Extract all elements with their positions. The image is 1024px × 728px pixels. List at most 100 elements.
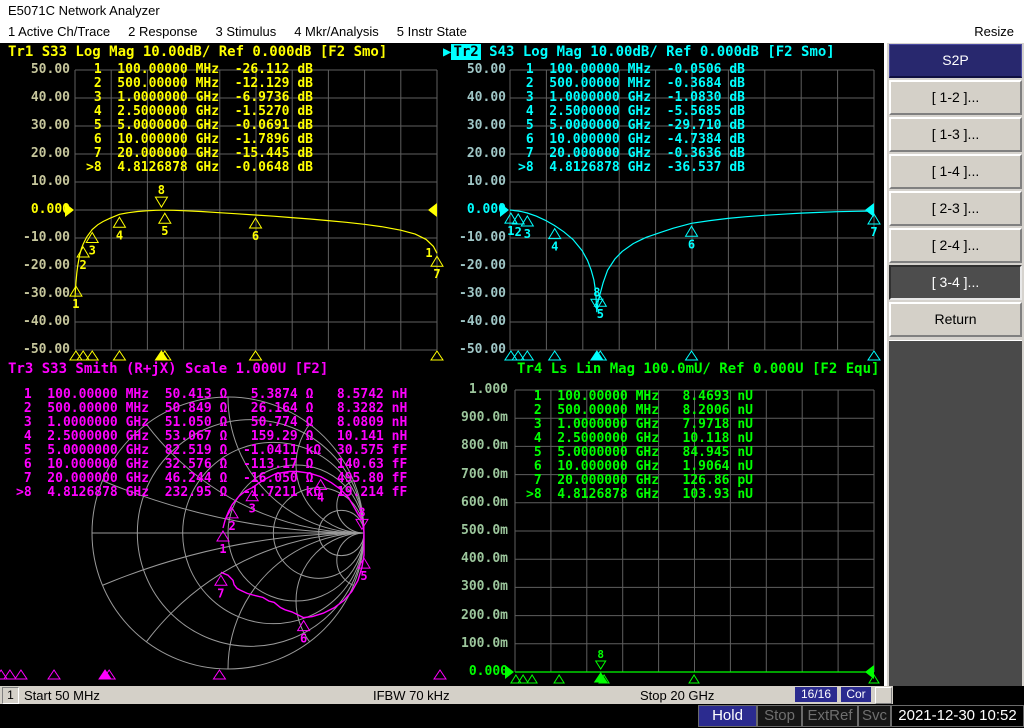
menu-item-4[interactable]: 4 Mkr/Analysis (294, 24, 379, 39)
e5071c-screen: { "window": { "title": "E5071C Network A… (0, 0, 1024, 728)
marker-8-triangle (596, 661, 606, 669)
menu-item-5[interactable]: 5 Instr State (397, 24, 467, 39)
marker-1-triangle (505, 213, 517, 223)
svc-indicator: Svc (858, 705, 891, 727)
marker-stimulus-triangle (868, 351, 880, 360)
system-bar: Hold Stop ExtRef Svc 2021-12-30 10:52 (0, 704, 1024, 728)
tr4-header[interactable]: Tr4 Ls Lin Mag 100.0mU/ Ref 0.000U [F2 E… (517, 361, 879, 377)
trace-header-text: S43 Log Mag 10.00dB/ Ref 0.000dB [F2 Smo… (481, 44, 835, 60)
marker-1-label: 1 (507, 224, 514, 238)
tr4-ytick-900.0m: 900.0m (442, 410, 508, 425)
softkey-sidebar: S2P[ 1-2 ]...[ 1-3 ]...[ 1-4 ]...[ 2-3 ]… (884, 43, 1024, 686)
tr4-ytick-200.0m: 200.0m (442, 608, 508, 623)
marker-stimulus-triangle (213, 670, 225, 679)
marker-4-triangle (554, 675, 564, 683)
marker-4-triangle (549, 229, 561, 239)
active-marker-stimulus-triangle (595, 673, 607, 682)
tr1-ytick-30.00: 30.00 (4, 118, 70, 133)
marker-3-label: 3 (249, 502, 256, 516)
marker-3-label: 3 (89, 244, 96, 258)
tr2-header[interactable]: ▶Tr2 S43 Log Mag 10.00dB/ Ref 0.000dB [F… (443, 44, 835, 60)
softkey-empty-area (889, 340, 1022, 686)
edge-marker-label: 1 (425, 246, 432, 260)
datetime-display: 2021-12-30 10:52 (891, 705, 1024, 727)
marker-6-label: 6 (252, 229, 259, 243)
marker-4-triangle (113, 217, 125, 227)
tr1-ytick--40.00: -40.00 (4, 314, 70, 329)
marker-stimulus-triangle (0, 670, 7, 679)
tr2-ytick--10.00: -10.00 (440, 230, 506, 245)
active-trace-tab: Tr2 (451, 44, 480, 60)
tr1-ytick-20.00: 20.00 (4, 146, 70, 161)
marker-4-label: 4 (551, 240, 558, 254)
menu-item-1[interactable]: 1 Active Ch/Trace (8, 24, 110, 39)
marker-3-label: 3 (524, 227, 531, 241)
marker-6-label: 6 (300, 632, 307, 646)
tr2-ytick--50.00: -50.00 (440, 342, 506, 357)
softkey-1-3[interactable]: [ 1-3 ]... (889, 117, 1022, 152)
marker-1-label: 1 (72, 297, 79, 311)
marker-7-label: 7 (870, 225, 877, 239)
start-frequency-label: Start 50 MHz (24, 688, 100, 703)
marker-2-label: 2 (515, 225, 522, 239)
marker-stimulus-triangle (113, 351, 125, 360)
hold-indicator: Hold (698, 705, 757, 727)
marker-5-triangle (159, 213, 171, 223)
tr4-ytick-500.0m: 500.0m (442, 523, 508, 538)
marker-4-label: 4 (116, 228, 123, 242)
tr1-ytick--30.00: -30.00 (4, 286, 70, 301)
stop-indicator: Stop (757, 705, 802, 727)
window-title: E5071C Network Analyzer (8, 3, 160, 18)
tr1-ytick--10.00: -10.00 (4, 230, 70, 245)
marker-8-label: 8 (158, 183, 165, 197)
softkey-1-2[interactable]: [ 1-2 ]... (889, 80, 1022, 115)
marker-7-label: 7 (217, 586, 224, 600)
softkey-2-4[interactable]: [ 2-4 ]... (889, 228, 1022, 263)
menu-item-3[interactable]: 3 Stimulus (216, 24, 277, 39)
tr2-ytick--30.00: -30.00 (440, 286, 506, 301)
marker-8-label: 8 (358, 505, 365, 519)
tr1-ytick-50.00: 50.00 (4, 62, 70, 77)
marker-8-label: 8 (597, 648, 604, 661)
tr3-header[interactable]: Tr3 S33 Smith (R+jX) Scale 1.000U [F2] (8, 361, 328, 377)
marker-1-triangle (217, 531, 229, 541)
tr2-ytick--40.00: -40.00 (440, 314, 506, 329)
channel-number-box: 1 (2, 687, 19, 704)
marker-5-label: 5 (597, 307, 604, 321)
tr1-ytick-0.000: 0.000 (4, 202, 70, 217)
resize-button[interactable]: Resize (974, 24, 1014, 39)
tr1-header[interactable]: Tr1 S33 Log Mag 10.00dB/ Ref 0.000dB [F2… (8, 44, 387, 60)
softkey-3-4[interactable]: [ 3-4 ]... (889, 265, 1022, 300)
extref-indicator: ExtRef (802, 705, 858, 727)
menu-bar: 1 Active Ch/Trace 2 Response 3 Stimulus 4 M… (0, 21, 1024, 43)
tr4-ytick-700.0m: 700.0m (442, 467, 508, 482)
status-bar: 1 Start 50 MHz IFBW 70 kHz Stop 20 GHz 1… (0, 686, 893, 704)
tr2-ytick-30.00: 30.00 (440, 118, 506, 133)
marker-5-label: 5 (360, 569, 367, 583)
stop-frequency-label: Stop 20 GHz (640, 688, 714, 703)
tr2-ytick--20.00: -20.00 (440, 258, 506, 273)
tr4-ytick-100.0m: 100.0m (442, 636, 508, 651)
menu-item-2[interactable]: 2 Response (128, 24, 197, 39)
reference-level-arrow-right (428, 203, 437, 217)
tr2-ytick-50.00: 50.00 (440, 62, 506, 77)
marker-stimulus-triangle (250, 351, 262, 360)
marker-8-triangle (155, 197, 167, 207)
title-bar: E5071C Network Analyzer (0, 0, 1024, 21)
marker-stimulus-triangle (48, 670, 60, 679)
tr2-ytick-0.000: 0.000 (440, 202, 506, 217)
marker-6-label: 6 (688, 237, 695, 251)
marker-5-label: 5 (161, 224, 168, 238)
marker-stimulus-triangle (15, 670, 27, 679)
softkey-2-3[interactable]: [ 2-3 ]... (889, 191, 1022, 226)
marker-stimulus-triangle (549, 351, 561, 360)
tr4-ytick-600.0m: 600.0m (442, 495, 508, 510)
marker-8-label: 8 (593, 285, 600, 299)
softkey-1-4[interactable]: [ 1-4 ]... (889, 154, 1022, 189)
marker-3-triangle (521, 216, 533, 226)
marker-3-triangle (527, 675, 537, 683)
softkey-return[interactable]: Return (889, 302, 1022, 337)
tr4-marker-table: 1 100.00000 MHz 8.4693 nU 2 500.00000 MH… (526, 390, 753, 502)
tr1-ytick--20.00: -20.00 (4, 258, 70, 273)
tr3-marker-table: 1 100.00000 MHz 50.413 Ω 5.3874 Ω 8.5742… (16, 388, 407, 500)
